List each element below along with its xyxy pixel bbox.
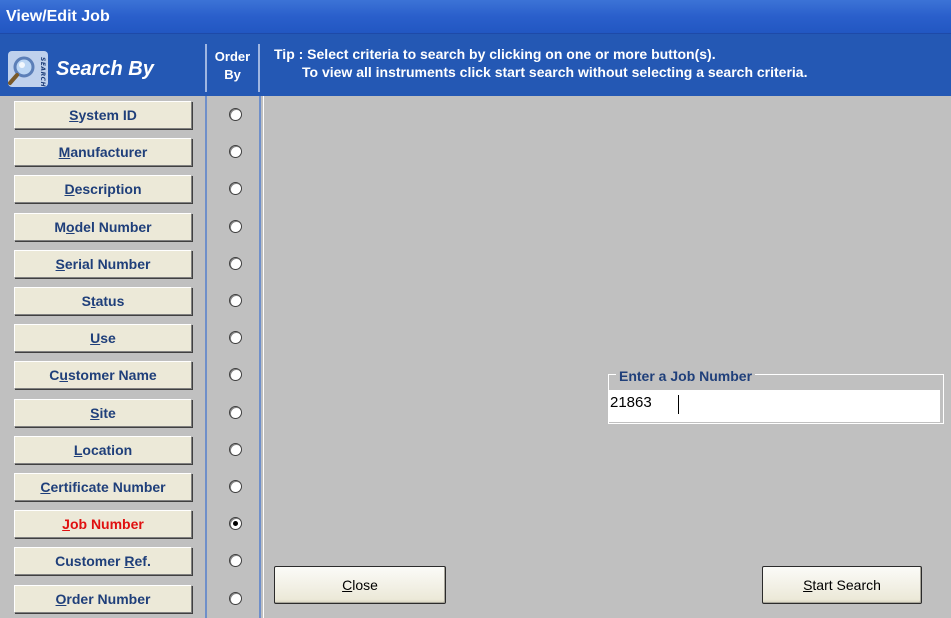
start-search-button[interactable]: Start Search (762, 566, 922, 604)
logo-text: SEARCH (39, 57, 46, 87)
criteria-button[interactable]: Serial Number (14, 249, 192, 278)
criteria-button[interactable]: System ID (14, 101, 192, 129)
window-title: View/Edit Job (0, 0, 951, 34)
criteria-button[interactable]: Certificate Number (14, 473, 192, 501)
criteria-button[interactable]: Manufacturer (14, 138, 192, 167)
criteria-label-key: S (55, 255, 65, 272)
criteria-button[interactable]: Use (14, 324, 192, 353)
criteria-button[interactable]: Model Number (14, 212, 192, 241)
order-by-radio[interactable] (229, 145, 242, 159)
criteria-label-key: D (64, 181, 75, 198)
order-by-radio[interactable] (229, 182, 242, 196)
criteria-label-pre: Customer (55, 553, 125, 570)
order-by-radio[interactable] (229, 294, 242, 307)
criteria-label-key: C (40, 479, 51, 495)
criteria-button[interactable]: Location (14, 435, 192, 464)
criteria-column: System ID Manufacturer Description Model Nu… (0, 96, 204, 618)
start-search-label: tart Search (812, 577, 881, 593)
criteria-label-key: M (58, 144, 71, 161)
order-by-column (205, 96, 261, 618)
criteria-label-pre: S (81, 293, 91, 309)
criteria-button[interactable]: Status (14, 287, 192, 315)
criteria-button[interactable]: Description (14, 175, 192, 204)
criteria-label-post: stomer Name (67, 367, 157, 384)
criteria-label-post: ef. (134, 553, 151, 570)
order-by-radio[interactable] (229, 256, 242, 270)
order-by-radio[interactable] (229, 108, 242, 121)
order-by-radio[interactable] (229, 331, 242, 345)
search-magnifier-icon: SEARCH (8, 49, 52, 89)
order-by-header: Order By (205, 44, 260, 92)
criteria-label-pre: M (54, 218, 67, 235)
search-by-header: SEARCH Search By (2, 45, 204, 93)
criteria-label-post: ob Number (69, 516, 144, 533)
criteria-button[interactable]: Customer Name (14, 361, 192, 390)
order-by-radio[interactable] (229, 591, 242, 605)
order-by-radio[interactable] (229, 517, 242, 531)
order-by-radio[interactable] (229, 368, 242, 382)
criteria-button[interactable]: Order Number (14, 584, 192, 613)
close-button[interactable]: Close (274, 566, 446, 604)
criteria-label-pre: C (49, 367, 60, 384)
order-by-radio[interactable] (229, 480, 242, 493)
criteria-label-key: R (124, 553, 135, 570)
job-number-label: Enter a Job Number (616, 368, 756, 384)
criteria-label-post: ertificate Number (50, 479, 166, 495)
criteria-label-post: ystem ID (78, 107, 137, 123)
criteria-label-post: erial Number (64, 255, 151, 272)
criteria-button[interactable]: Job Number (14, 510, 192, 539)
criteria-label-key: U (90, 330, 101, 347)
criteria-label-post: rder Number (66, 590, 151, 607)
criteria-label-key: o (66, 218, 75, 235)
job-number-input[interactable] (608, 390, 940, 422)
criteria-label-key: O (55, 590, 67, 607)
order-by-line1: Order (214, 49, 251, 64)
criteria-button[interactable]: Site (14, 398, 192, 427)
criteria-label-key: J (62, 516, 70, 533)
order-by-radio[interactable] (229, 405, 242, 419)
criteria-label-key: S (90, 404, 100, 421)
tip-text: Tip : Select criteria to search by click… (274, 45, 950, 81)
criteria-label-post: escription (74, 181, 142, 198)
close-button-label: lose (352, 577, 378, 593)
criteria-label-post: ite (99, 404, 116, 421)
criteria-label-post: se (100, 330, 116, 347)
criteria-label-key: u (59, 367, 68, 384)
order-by-radio[interactable] (229, 554, 242, 568)
tip-line1: Tip : Select criteria to search by click… (274, 46, 716, 62)
tip-line2: To view all instruments click start sear… (302, 64, 808, 80)
order-by-line2: By (224, 67, 241, 82)
main-area: Enter a Job Number Close Start Search (263, 96, 951, 618)
search-by-label: Search By (56, 57, 154, 80)
criteria-label-post: del Number (74, 218, 152, 235)
text-caret (678, 395, 679, 414)
criteria-button[interactable]: Customer Ref. (14, 547, 192, 576)
criteria-label-post: atus (95, 293, 125, 309)
order-by-radio[interactable] (229, 219, 242, 233)
criteria-label-post: ocation (82, 441, 133, 458)
close-button-key: C (342, 577, 353, 593)
criteria-label-post: anufacturer (70, 144, 148, 161)
order-by-radio[interactable] (229, 442, 242, 456)
